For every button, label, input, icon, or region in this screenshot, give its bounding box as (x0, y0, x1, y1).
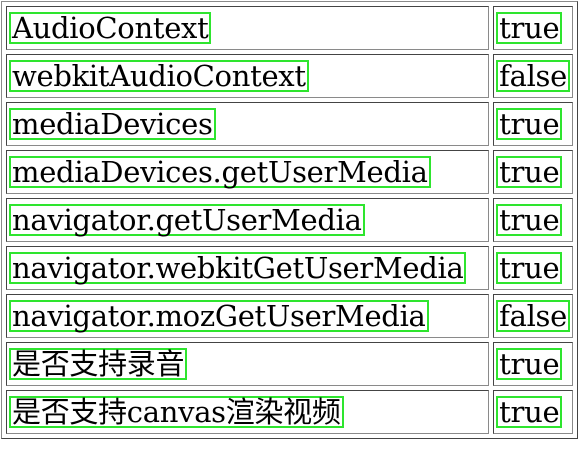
table-row: mediaDevices true (6, 102, 573, 146)
feature-name-cell: AudioContext (6, 6, 490, 50)
table-row: webkitAudioContext false (6, 54, 573, 98)
table-row: navigator.getUserMedia true (6, 198, 573, 242)
feature-name: navigator.webkitGetUserMedia (9, 252, 467, 284)
feature-name: mediaDevices (9, 108, 216, 140)
support-value-cell: true (493, 390, 573, 434)
feature-name-cell: navigator.getUserMedia (6, 198, 490, 242)
feature-name: mediaDevices.getUserMedia (9, 156, 431, 188)
support-value-cell: true (493, 150, 573, 194)
feature-name: 是否支持canvas渲染视频 (9, 396, 344, 428)
table-row: 是否支持录音 true (6, 342, 573, 386)
feature-name-cell: webkitAudioContext (6, 54, 490, 98)
support-value-cell: true (493, 6, 573, 50)
support-value-cell: true (493, 246, 573, 290)
support-value-cell: true (493, 198, 573, 242)
feature-name: webkitAudioContext (9, 60, 309, 92)
feature-name-cell: mediaDevices (6, 102, 490, 146)
table-row: navigator.mozGetUserMedia false (6, 294, 573, 338)
feature-name: 是否支持录音 (9, 348, 188, 380)
table-row: navigator.webkitGetUserMedia true (6, 246, 573, 290)
support-value-cell: true (493, 102, 573, 146)
support-value: false (496, 60, 570, 92)
support-value-cell: false (493, 54, 573, 98)
support-value-cell: true (493, 342, 573, 386)
support-value: true (496, 348, 563, 380)
support-value: true (496, 12, 563, 44)
feature-name: navigator.getUserMedia (9, 204, 365, 236)
support-value: true (496, 396, 563, 428)
feature-name-cell: 是否支持canvas渲染视频 (6, 390, 490, 434)
feature-name-cell: mediaDevices.getUserMedia (6, 150, 490, 194)
feature-name-cell: 是否支持录音 (6, 342, 490, 386)
feature-support-table: AudioContext true webkitAudioContext fal… (1, 1, 578, 439)
support-value: true (496, 108, 563, 140)
table-row: 是否支持canvas渲染视频 true (6, 390, 573, 434)
feature-name: AudioContext (9, 12, 212, 44)
support-value: true (496, 204, 563, 236)
support-value: true (496, 156, 563, 188)
support-value-cell: false (493, 294, 573, 338)
support-value: false (496, 300, 570, 332)
feature-name: navigator.mozGetUserMedia (9, 300, 429, 332)
feature-name-cell: navigator.mozGetUserMedia (6, 294, 490, 338)
table-row: AudioContext true (6, 6, 573, 50)
feature-name-cell: navigator.webkitGetUserMedia (6, 246, 490, 290)
table-row: mediaDevices.getUserMedia true (6, 150, 573, 194)
support-value: true (496, 252, 563, 284)
